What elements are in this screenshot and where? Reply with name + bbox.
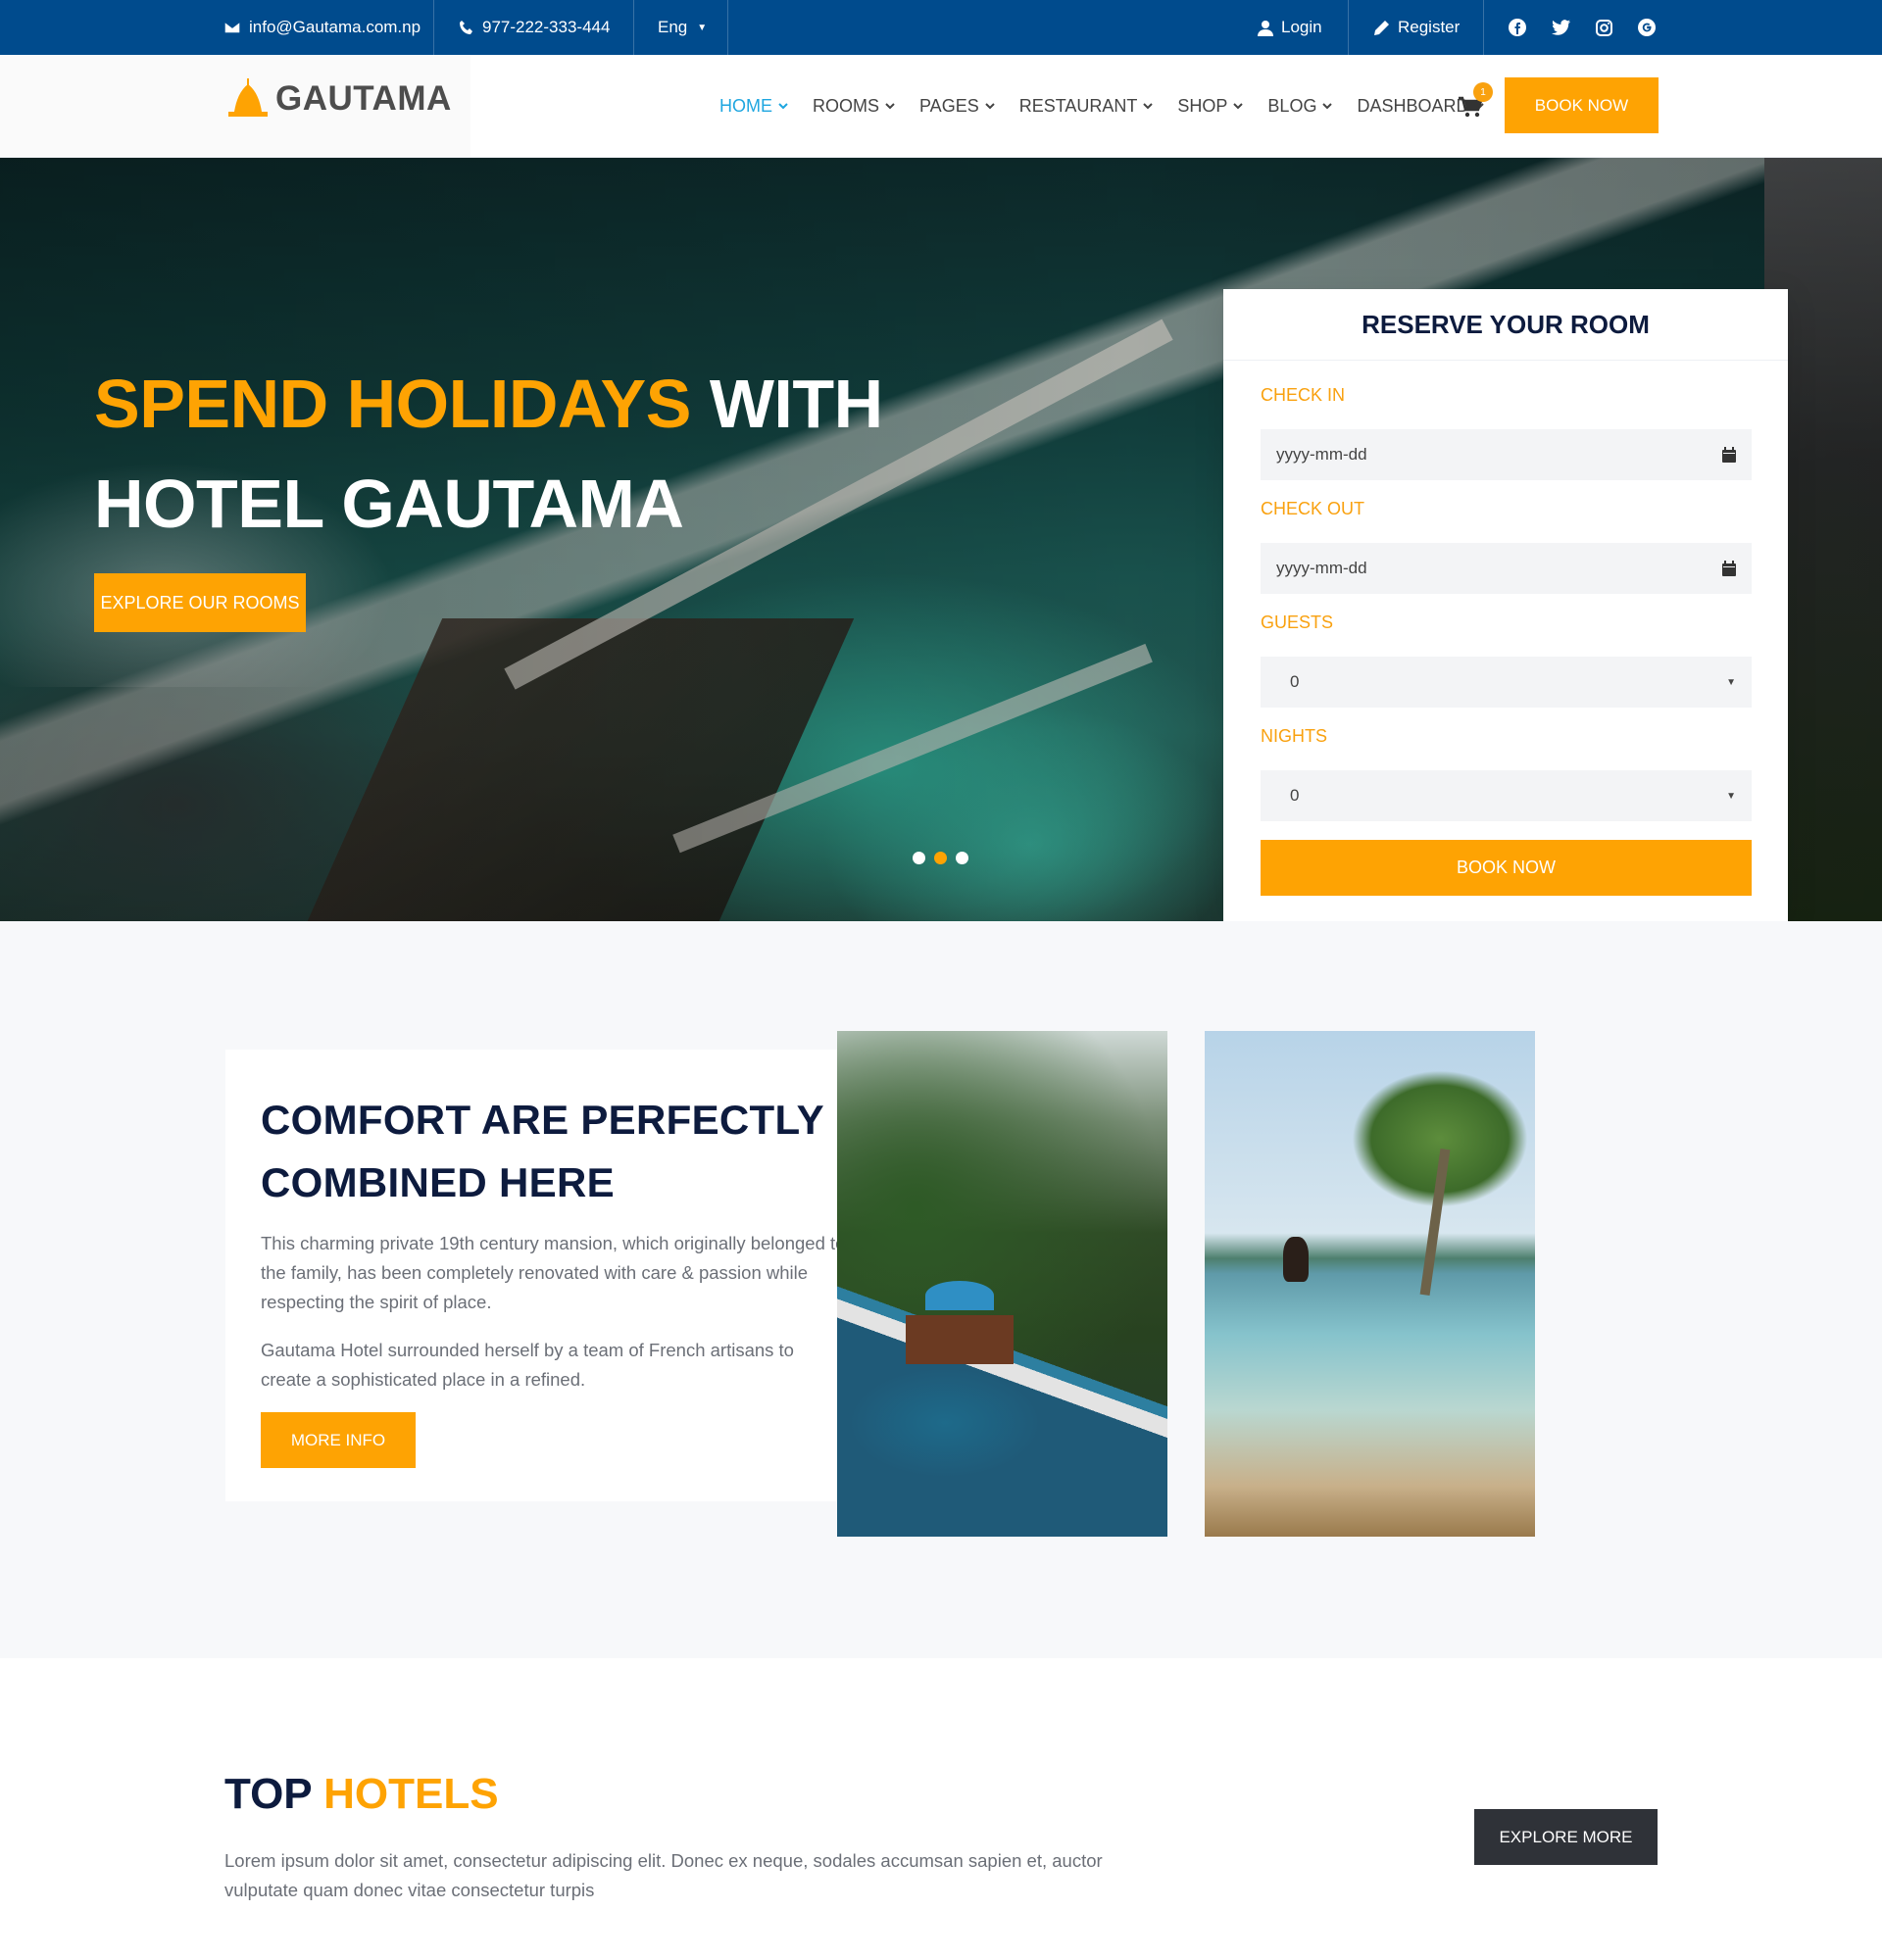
chevron-down-icon <box>885 103 895 110</box>
top-hotels-description: Lorem ipsum dolor sit amet, consectetur … <box>224 1850 1103 1900</box>
nav-item-home[interactable]: HOME <box>719 96 788 117</box>
nav-item-label: PAGES <box>919 95 979 116</box>
register-label: Register <box>1398 18 1461 36</box>
hero-title-accent: SPEND HOLIDAYS <box>94 366 691 442</box>
pencil-icon <box>1374 20 1389 35</box>
photo-umbrella <box>925 1281 994 1310</box>
phone-text: 977-222-333-444 <box>482 18 611 36</box>
top-hotels-title-accent: HOTELS <box>323 1770 499 1818</box>
chevron-down-icon <box>778 103 788 110</box>
about-title-line1: COMFORT ARE PERFECTLY <box>261 1097 824 1143</box>
login-link[interactable]: Login <box>1258 0 1322 55</box>
language-select[interactable]: Eng ▼ <box>658 0 707 55</box>
slider-dot-1[interactable] <box>913 852 925 864</box>
nav-item-rooms[interactable]: ROOMS <box>813 96 895 117</box>
hero-title: SPEND HOLIDAYS WITH HOTEL GAUTAMA <box>94 354 883 554</box>
caret-down-icon: ▼ <box>1726 676 1736 688</box>
nav-item-pages[interactable]: PAGES <box>919 96 995 117</box>
check-out-value: yyyy-mm-dd <box>1276 559 1367 577</box>
nav-item-label: ROOMS <box>813 95 880 116</box>
chevron-down-icon <box>985 103 995 110</box>
email-link[interactable]: info@Gautama.com.np <box>223 0 421 55</box>
register-link[interactable]: Register <box>1373 0 1460 55</box>
guests-select[interactable]: 0 ▼ <box>1261 657 1752 708</box>
guests-value: 0 <box>1290 672 1300 691</box>
hero-title-line2: HOTEL GAUTAMA <box>94 466 684 542</box>
chevron-down-icon <box>1143 103 1154 110</box>
nav-item-restaurant[interactable]: RESTAURANT <box>1019 96 1154 117</box>
about-title-line2: COMBINED HERE <box>261 1159 615 1205</box>
nav-item-label: DASHBOARD <box>1357 95 1469 116</box>
divider <box>633 0 634 55</box>
nav-item-label: HOME <box>719 95 772 116</box>
instagram-icon[interactable] <box>1596 19 1612 36</box>
language-value: Eng <box>658 18 688 36</box>
photo-pavilion <box>906 1315 1014 1364</box>
slider-dots <box>913 852 968 864</box>
caret-down-icon: ▼ <box>697 22 708 33</box>
about-card: COMFORT ARE PERFECTLY COMBINED HERE This… <box>225 1050 886 1501</box>
nav-item-label: SHOP <box>1177 95 1228 116</box>
nights-value: 0 <box>1290 786 1300 805</box>
nav-item-label: RESTAURANT <box>1018 95 1138 116</box>
divider <box>433 0 434 55</box>
logo[interactable]: GAUTAMA <box>224 78 452 120</box>
cart-count-badge: 1 <box>1473 82 1493 102</box>
divider <box>1483 0 1484 55</box>
slider-dot-2[interactable] <box>934 852 947 864</box>
calendar-icon[interactable] <box>1722 561 1736 576</box>
photo-person <box>1283 1237 1309 1282</box>
caret-down-icon: ▼ <box>1726 790 1736 802</box>
check-in-label: CHECK IN <box>1261 385 1346 405</box>
resort-pool-photo <box>837 1031 1167 1537</box>
check-out-label: CHECK OUT <box>1261 499 1365 518</box>
about-paragraph-2: Gautama Hotel surrounded herself by a te… <box>261 1340 794 1390</box>
about-section: COMFORT ARE PERFECTLY COMBINED HERE This… <box>0 921 1882 1658</box>
slider-dot-3[interactable] <box>956 852 968 864</box>
divider <box>727 0 728 55</box>
reserve-room-form: RESERVE YOUR ROOM CHECK IN yyyy-mm-dd CH… <box>1223 289 1788 921</box>
nights-select[interactable]: 0 ▼ <box>1261 770 1752 821</box>
guests-label: GUESTS <box>1261 612 1334 632</box>
nav-item-blog[interactable]: BLOG <box>1267 95 1333 117</box>
about-title: COMFORT ARE PERFECTLY COMBINED HERE <box>261 1089 824 1214</box>
logo-text: GAUTAMA <box>275 79 452 118</box>
explore-more-button[interactable]: EXPLORE MORE <box>1474 1809 1658 1865</box>
hero-title-rest: WITH <box>709 366 883 442</box>
check-in-input[interactable]: yyyy-mm-dd <box>1261 429 1752 480</box>
top-hotels-title: TOP HOTELS <box>224 1770 499 1819</box>
reserve-title: RESERVE YOUR ROOM <box>1223 289 1788 361</box>
nights-label: NIGHTS <box>1261 726 1328 746</box>
google-icon[interactable] <box>1638 19 1656 36</box>
user-icon <box>1258 20 1273 36</box>
about-paragraph-1: This charming private 19th century mansi… <box>261 1233 846 1312</box>
phone-link[interactable]: 977-222-333-444 <box>459 0 610 55</box>
top-hotels-title-dark: TOP <box>224 1770 312 1818</box>
envelope-icon <box>223 21 241 34</box>
main-nav: HOME ROOMS PAGES RESTAURANT SHOP BLOG DA… <box>719 55 1485 157</box>
nav-item-label: BLOG <box>1267 95 1317 116</box>
email-text: info@Gautama.com.np <box>249 18 421 36</box>
calendar-icon[interactable] <box>1722 447 1736 463</box>
phone-icon <box>460 21 472 34</box>
nav-item-shop[interactable]: SHOP <box>1177 95 1244 117</box>
pagoda-logo-icon <box>228 78 268 117</box>
divider <box>1348 0 1349 55</box>
check-in-value: yyyy-mm-dd <box>1276 445 1367 464</box>
more-info-button[interactable]: MORE INFO <box>261 1412 416 1468</box>
book-now-button[interactable]: BOOK NOW <box>1505 77 1659 133</box>
main-header: GAUTAMA HOME ROOMS PAGES RESTAURANT SHOP… <box>0 55 1882 158</box>
explore-rooms-button[interactable]: EXPLORE OUR ROOMS <box>94 573 306 632</box>
check-out-input[interactable]: yyyy-mm-dd <box>1261 543 1752 594</box>
chevron-down-icon <box>1322 103 1333 110</box>
facebook-icon[interactable] <box>1509 19 1526 36</box>
top-bar: info@Gautama.com.np 977-222-333-444 Eng … <box>0 0 1882 55</box>
reserve-book-now-button[interactable]: BOOK NOW <box>1261 840 1752 896</box>
twitter-icon[interactable] <box>1552 20 1570 35</box>
social-links <box>1509 0 1656 55</box>
beach-pool-photo <box>1205 1031 1535 1537</box>
login-label: Login <box>1281 18 1322 36</box>
chevron-down-icon <box>1233 103 1244 110</box>
